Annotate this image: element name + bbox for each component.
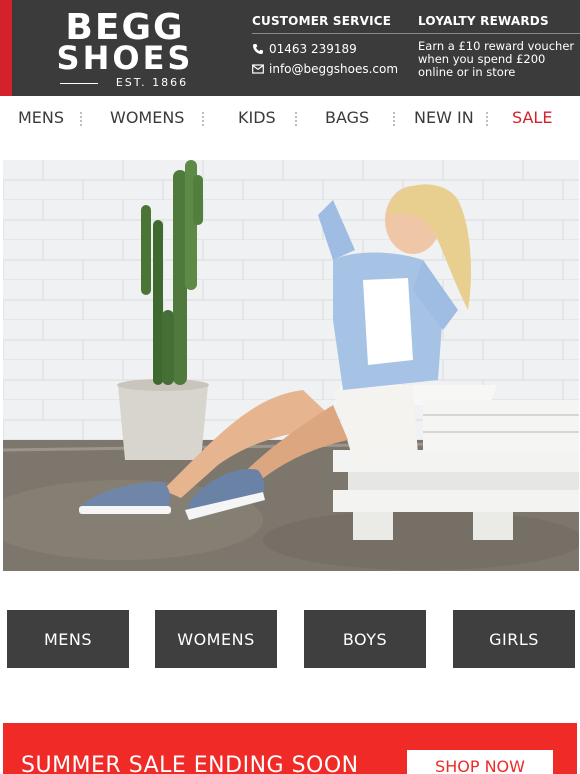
main-nav: MENS WOMENS KIDS BAGS NEW IN SALE [0,96,580,142]
nav-separator [202,112,204,126]
summer-sale-banner[interactable]: SUMMER SALE ENDING SOON SHOP NOW [3,723,577,774]
nav-mens[interactable]: MENS [18,108,64,127]
shop-now-button[interactable]: SHOP NOW [407,750,553,774]
nav-separator [393,112,395,126]
customer-service-block: CUSTOMER SERVICE 01463 239189 info@beggs… [252,14,402,76]
logo-line-shoes: SHOES [56,39,194,77]
loyalty-block[interactable]: LOYALTY REWARDS Earn a £10 reward vouche… [418,14,578,79]
envelope-icon [252,63,264,75]
nav-separator [80,112,82,126]
sale-banner-text: SUMMER SALE ENDING SOON [21,753,359,774]
email-address: info@beggshoes.com [269,62,399,76]
loyalty-title: LOYALTY REWARDS [418,14,549,28]
logo-established: EST. 1866 [40,75,210,91]
email-row[interactable]: info@beggshoes.com [252,62,402,76]
category-mens-button[interactable]: MENS [7,610,129,668]
customer-service-title: CUSTOMER SERVICE [252,14,392,28]
site-header: BEGG SHOES EST. 1866 CUSTOMER SERVICE 01… [0,0,580,96]
hero-image[interactable] [3,160,579,571]
category-womens-button[interactable]: WOMENS [155,610,277,668]
nav-bags[interactable]: BAGS [325,108,369,127]
phone-number: 01463 239189 [269,42,357,56]
loyalty-text: Earn a £10 reward voucher when you spend… [418,39,575,79]
nav-separator [486,112,488,126]
header-accent-bar [0,0,12,96]
phone-row[interactable]: 01463 239189 [252,42,402,56]
nav-womens[interactable]: WOMENS [110,108,184,127]
phone-icon [252,43,264,55]
category-boys-button[interactable]: BOYS [304,610,426,668]
nav-new-in[interactable]: NEW IN [414,108,474,127]
nav-kids[interactable]: KIDS [238,108,276,127]
brand-logo[interactable]: BEGG SHOES EST. 1866 [40,10,210,91]
category-girls-button[interactable]: GIRLS [453,610,575,668]
nav-sale[interactable]: SALE [512,108,552,127]
nav-separator [295,112,297,126]
